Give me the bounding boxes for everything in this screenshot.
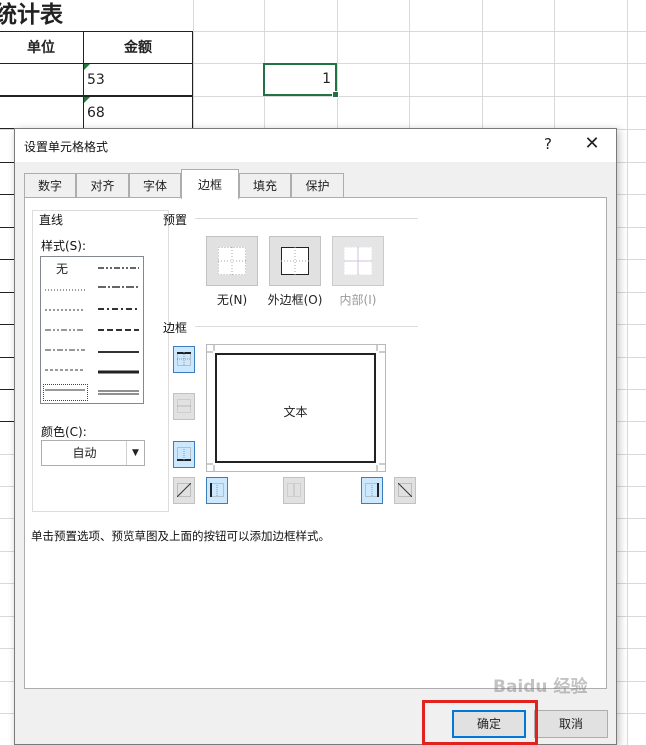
tab-font[interactable]: 字体	[129, 173, 181, 197]
help-button[interactable]: ?	[539, 135, 557, 153]
line-color-value: 自动	[72, 446, 97, 460]
tab-fill[interactable]: 填充	[239, 173, 291, 197]
tab-number[interactable]: 数字	[24, 173, 76, 197]
close-button[interactable]: ✕	[581, 133, 603, 154]
header-amount-cell[interactable]: 金额	[83, 31, 193, 64]
dialog-title: 设置单元格格式	[24, 140, 109, 154]
header-unit-cell[interactable]: 单位	[0, 31, 84, 64]
line-groupbox: 直线 样式(S): 无 颜色(C): 自动 ▼	[32, 210, 169, 512]
error-indicator-icon	[84, 64, 90, 70]
border-tab-panel: 直线 样式(S): 无 颜色(C): 自动 ▼ 预置 无(N) 外边框(O) 内…	[24, 197, 607, 689]
border-left-button[interactable]	[206, 477, 228, 504]
preset-none-icon	[218, 247, 246, 275]
tab-border[interactable]: 边框	[181, 169, 239, 199]
border-diagonal-down-button[interactable]	[394, 477, 416, 504]
amount-value: 53	[87, 72, 105, 88]
preset-outline-icon	[281, 247, 309, 275]
line-style-selected	[43, 384, 88, 401]
preset-inside-icon	[344, 247, 372, 275]
diagonal-up-icon	[177, 483, 191, 497]
preview-text: 文本	[283, 405, 308, 419]
preview-cell-outline: 文本	[215, 353, 376, 463]
unit-cell-2[interactable]	[0, 96, 84, 129]
watermark: Baidu 经验	[493, 677, 588, 697]
ok-button[interactable]: 确定	[452, 710, 526, 738]
diagonal-down-icon	[398, 483, 412, 497]
border-inside-horizontal-icon	[177, 399, 191, 413]
border-bottom-button[interactable]	[173, 441, 195, 468]
preset-outline-button[interactable]	[269, 236, 321, 286]
border-right-button[interactable]	[361, 477, 383, 504]
tab-protection[interactable]: 保护	[291, 173, 344, 197]
preset-none-button[interactable]	[206, 236, 258, 286]
border-inside-vertical-icon	[287, 483, 301, 497]
border-bottom-icon	[177, 447, 191, 461]
line-group-label: 直线	[39, 213, 64, 227]
border-diagonal-up-button[interactable]	[173, 477, 195, 504]
fill-handle[interactable]	[332, 91, 339, 98]
unit-cell-1[interactable]	[0, 63, 84, 96]
line-style-options[interactable]	[41, 257, 143, 403]
border-preview[interactable]: 文本	[206, 344, 386, 472]
cancel-button[interactable]: 取消	[534, 710, 608, 738]
border-label: 边框	[163, 321, 188, 335]
selected-cell[interactable]: 1	[263, 63, 339, 98]
presets-label: 预置	[163, 213, 188, 227]
border-hint-text: 单击预置选项、预览草图及上面的按钮可以添加边框样式。	[31, 529, 330, 543]
color-label: 颜色(C):	[41, 425, 87, 439]
preset-inside-label: 内部(I)	[339, 293, 377, 307]
format-cells-dialog: 设置单元格格式 ? ✕ 数字 对齐 字体 边框 填充 保护 直线 样式(S): …	[14, 128, 617, 745]
border-right-icon	[365, 483, 379, 497]
border-inside-horizontal-button[interactable]	[173, 393, 195, 420]
line-style-list[interactable]: 无	[40, 256, 144, 404]
amount-value: 68	[87, 105, 105, 121]
amount-cell-1[interactable]: 53	[83, 63, 193, 96]
error-indicator-icon	[84, 97, 90, 103]
dialog-titlebar[interactable]: 设置单元格格式 ? ✕	[15, 129, 616, 162]
border-left-icon	[210, 483, 224, 497]
tab-alignment[interactable]: 对齐	[76, 173, 129, 197]
style-label: 样式(S):	[41, 239, 87, 253]
chevron-down-icon[interactable]: ▼	[126, 441, 144, 465]
line-color-dropdown[interactable]: 自动 ▼	[41, 440, 145, 466]
border-top-button[interactable]	[173, 346, 195, 373]
amount-cell-2[interactable]: 68	[83, 96, 193, 129]
border-inside-vertical-button[interactable]	[283, 477, 305, 504]
preset-inside-button[interactable]	[332, 236, 384, 286]
border-top-icon	[177, 352, 191, 366]
sheet-title: 统计表	[0, 0, 63, 31]
selected-cell-value: 1	[322, 71, 331, 87]
